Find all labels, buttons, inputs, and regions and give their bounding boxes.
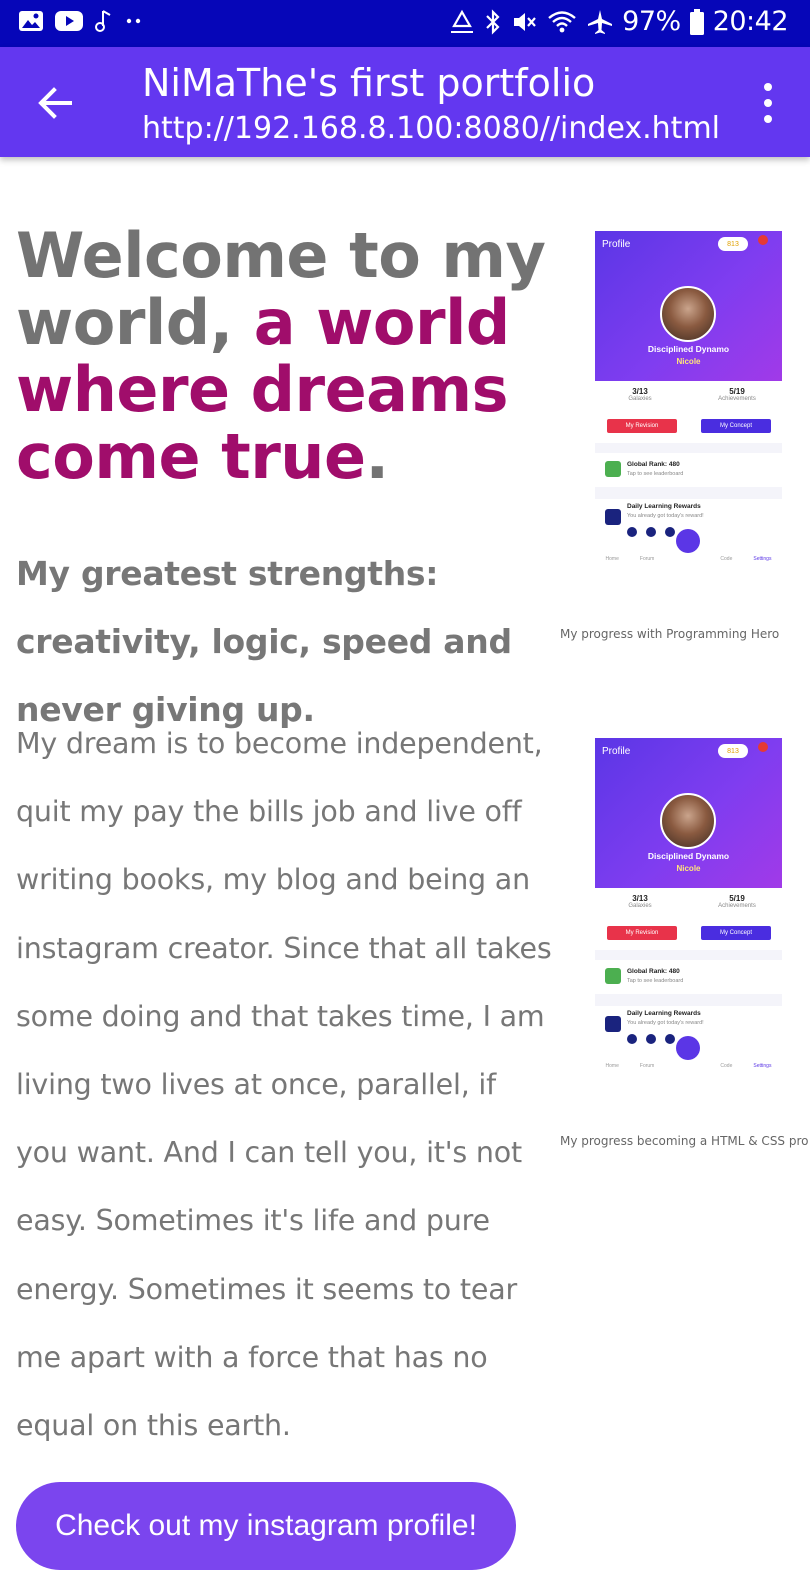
wifi-icon — [548, 10, 576, 32]
more-vertical-icon-dot — [764, 115, 772, 123]
reward-days — [627, 527, 675, 537]
status-time: 20:42 — [712, 6, 789, 37]
hero-headline: Welcome to my world, a world where dream… — [16, 222, 556, 490]
profile-stats: 3/13 Galaxies 5/19 Achievements My Revisio… — [595, 888, 782, 950]
avatar — [660, 793, 716, 849]
reward-subtitle: You already got today's reward! — [627, 513, 704, 519]
stat-galaxies: 3/13 Galaxies — [595, 894, 685, 909]
reward-day — [665, 527, 675, 537]
nav-home: Home — [605, 1063, 619, 1069]
stat-achievements-label: Achievements — [718, 396, 756, 402]
rank-subtitle: Tap to see leaderboard — [627, 471, 684, 477]
stat-galaxies-value: 3/13 — [632, 894, 648, 903]
page-url: http://192.168.8.100:8080//index.html — [142, 111, 720, 146]
profile-stats: 3/13 Galaxies 5/19 Achievements My Revisio… — [595, 381, 782, 443]
story-paragraph: My dream is to become independent, quit … — [16, 727, 552, 1443]
global-rank-card: Global Rank: 480 Tap to see leaderboard — [595, 960, 782, 994]
rank-icon — [605, 461, 621, 477]
profile-header: Profile 813 Disciplined Dynamo Nicole — [595, 738, 782, 888]
battery-percent: 97% — [622, 6, 681, 37]
more-vertical-icon — [764, 83, 772, 91]
back-button[interactable] — [32, 80, 78, 126]
nav-settings: Settings — [753, 1063, 772, 1069]
arrow-left-icon — [38, 87, 72, 119]
rank-title: Global Rank: 480 — [627, 968, 680, 975]
page-title: NiMaThe's first portfolio — [142, 61, 596, 105]
app-screenshot: Profile 813 Disciplined Dynamo Nicole 3/… — [595, 738, 782, 1071]
figure-caption: My progress becoming a HTML & CSS pro — [560, 1134, 809, 1148]
nav-code: Code — [720, 556, 733, 562]
profile-user: Nicole — [676, 864, 701, 873]
more-dots-icon — [126, 18, 141, 24]
global-rank-card: Global Rank: 480 Tap to see leaderboard — [595, 453, 782, 487]
image-icon — [19, 11, 43, 31]
recycle-icon — [451, 9, 474, 33]
reward-day — [646, 527, 656, 537]
nav-code: Code — [720, 1063, 733, 1069]
status-left-icons — [18, 8, 144, 34]
stat-galaxies-label: Galaxies — [628, 903, 652, 909]
reward-days — [627, 1034, 675, 1044]
my-concept-button: My Concept — [701, 419, 771, 433]
profile-user: Nicole — [676, 357, 701, 366]
stat-galaxies: 3/13 Galaxies — [595, 387, 685, 402]
nav-settings: Settings — [753, 556, 772, 562]
rank-title: Global Rank: 480 — [627, 461, 680, 468]
reward-subtitle: You already got today's reward! — [627, 1020, 704, 1026]
status-bar: 97% 20:42 — [0, 0, 810, 47]
nav-home: Home — [605, 556, 619, 562]
reward-title: Daily Learning Rewards — [627, 503, 701, 510]
screenshot-header: Profile — [602, 746, 631, 757]
rank-icon — [605, 968, 621, 984]
app-screenshot: Profile 813 Disciplined Dynamo Nicole 3/… — [595, 231, 782, 564]
gem-badge: 813 — [718, 744, 748, 758]
figure-caption: My progress with Programming Hero — [560, 627, 780, 641]
instagram-profile-button[interactable]: Check out my instagram profile! — [16, 1482, 516, 1570]
bluetooth-icon — [486, 8, 500, 35]
notification-icon — [758, 742, 768, 752]
nav-forum: Forum — [639, 556, 655, 562]
profile-title: Disciplined Dynamo — [647, 851, 730, 861]
my-revision-button: My Revision — [607, 926, 677, 940]
reward-day — [665, 1034, 675, 1044]
profile-header: Profile 813 Disciplined Dynamo Nicole — [595, 231, 782, 381]
gem-badge: 813 — [718, 237, 748, 251]
more-options-button[interactable] — [756, 83, 780, 123]
more-vertical-icon-dot — [764, 99, 772, 107]
stat-achievements-label: Achievements — [718, 903, 756, 909]
status-right-icons: 97% 20:42 — [448, 6, 789, 37]
stat-galaxies-label: Galaxies — [628, 396, 652, 402]
my-revision-button: My Revision — [607, 419, 677, 433]
battery-icon — [689, 8, 704, 35]
airplane-icon — [588, 9, 613, 34]
nav-forum: Forum — [639, 1063, 655, 1069]
mute-icon — [514, 12, 536, 31]
stat-achievements: 5/19 Achievements — [692, 894, 782, 909]
reward-day — [646, 1034, 656, 1044]
compass-icon — [676, 529, 700, 553]
rank-subtitle: Tap to see leaderboard — [627, 978, 684, 984]
profile-title: Disciplined Dynamo — [647, 344, 730, 354]
music-note-icon — [95, 10, 111, 32]
stat-achievements-value: 5/19 — [729, 387, 745, 396]
screenshot-header: Profile — [602, 239, 631, 250]
compass-icon — [676, 1036, 700, 1060]
avatar — [660, 286, 716, 342]
my-concept-button: My Concept — [701, 926, 771, 940]
app-bar: NiMaThe's first portfolio http://192.168… — [0, 47, 810, 157]
stat-achievements-value: 5/19 — [729, 894, 745, 903]
stat-achievements: 5/19 Achievements — [692, 387, 782, 402]
youtube-icon — [55, 11, 83, 31]
reward-title: Daily Learning Rewards — [627, 1010, 701, 1017]
reward-day — [627, 1034, 637, 1044]
headline-period: . — [365, 420, 390, 493]
notification-icon — [758, 235, 768, 245]
reward-day — [627, 527, 637, 537]
stat-galaxies-value: 3/13 — [632, 387, 648, 396]
reward-icon — [605, 509, 621, 525]
reward-icon — [605, 1016, 621, 1032]
